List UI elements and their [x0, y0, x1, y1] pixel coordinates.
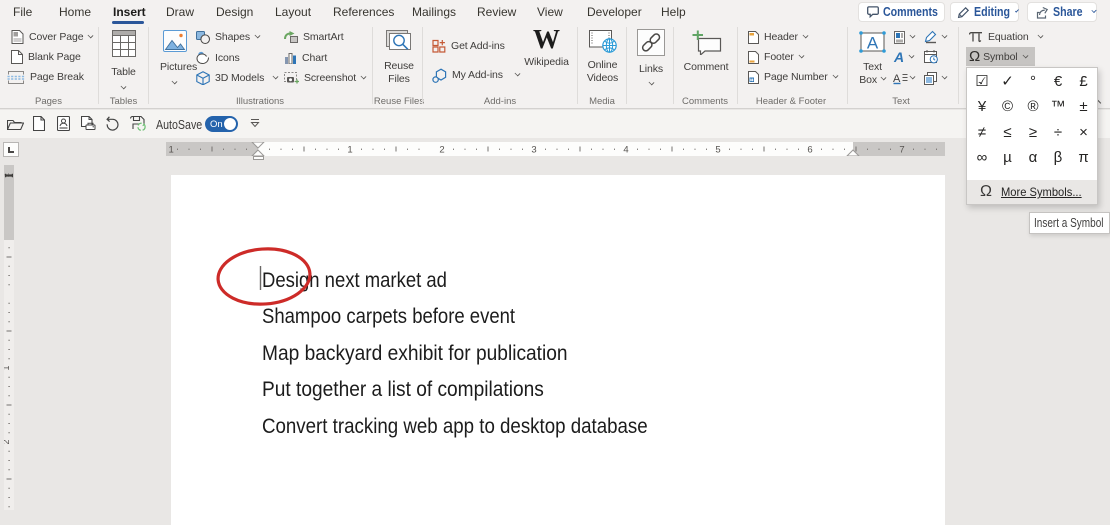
svg-text:A: A: [893, 50, 904, 64]
svg-text:A: A: [867, 34, 879, 53]
